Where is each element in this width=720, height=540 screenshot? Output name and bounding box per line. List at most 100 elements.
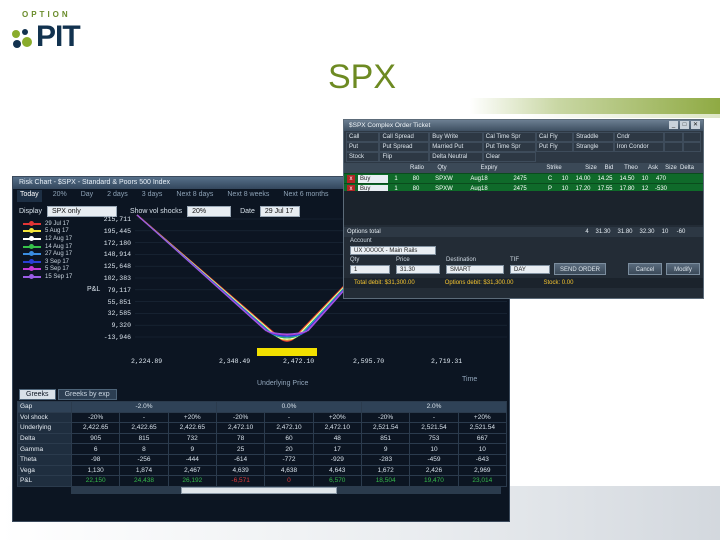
table-cell: -20% <box>70 411 121 424</box>
time-label: Time <box>462 376 478 383</box>
strategy-button[interactable]: Call Spread <box>379 132 430 142</box>
tif-select[interactable]: DAY <box>510 265 550 274</box>
qty-input[interactable]: 1 <box>350 265 390 274</box>
table-cell: 815 <box>119 432 169 445</box>
table-cell: 2,472.10 <box>215 422 266 434</box>
table-cell: 2,472.10 <box>264 422 314 434</box>
table-cell: 6 <box>70 443 121 455</box>
table-cell: 2,426 <box>409 464 459 477</box>
strategy-button[interactable]: Put Fly <box>535 142 574 152</box>
order-leg-row[interactable]: x Buy 1 80 SPXW Aug18 2475 C 10 14.00 14.25 14.50 10… <box>344 173 703 183</box>
price-input[interactable]: 31.30 <box>396 265 440 274</box>
leg-size: 10 <box>561 175 569 182</box>
strategy-button[interactable]: Iron Condor <box>613 142 665 152</box>
x-tick-label: 2,595.70 <box>353 358 384 365</box>
table-cell: 60 <box>264 432 314 445</box>
strategy-button[interactable]: Flip <box>379 152 430 162</box>
price-label: Price <box>396 257 410 263</box>
close-icon[interactable]: ✕ <box>691 121 700 129</box>
total-size2: 10 <box>661 229 669 235</box>
table-cell: 8 <box>119 443 169 455</box>
minimize-icon[interactable]: _ <box>669 121 678 129</box>
modify-button[interactable]: Modify <box>666 263 700 275</box>
table-cell: 9 <box>167 443 217 455</box>
leg-bid: 14.00 <box>575 175 591 182</box>
row-label: Vol shock <box>17 411 72 424</box>
scrollbar-thumb[interactable] <box>181 487 337 494</box>
row-label: Vega <box>17 464 72 477</box>
row-label: Gamma <box>17 443 72 455</box>
table-row: Gamma 6 8 9 25 20 17 9 10 10 <box>17 443 508 455</box>
options-debit: Options debit: $31,300.00 <box>444 280 514 286</box>
leg-header: Theo <box>624 165 638 171</box>
strategy-button[interactable]: Call <box>346 132 380 142</box>
table-cell: -643 <box>457 453 508 466</box>
table-cell: -772 <box>264 453 314 466</box>
strategy-button[interactable]: Buy Write <box>429 132 483 142</box>
strategy-button[interactable] <box>664 142 683 152</box>
slide-title: SPX <box>328 58 397 96</box>
table-cell: 1,130 <box>70 464 121 477</box>
cancel-button[interactable]: Cancel <box>628 263 662 275</box>
table-cell: 2,521.54 <box>409 422 459 434</box>
total-bid: 31.30 <box>595 229 611 235</box>
table-cell: 753 <box>409 432 459 445</box>
total-theo: 31.80 <box>617 229 633 235</box>
table-cell: -20% <box>215 411 266 424</box>
table-cell: 19,470 <box>409 475 459 487</box>
strategy-button[interactable]: Straddle <box>573 132 614 142</box>
table-row: Delta 905 815 732 78 60 48 851 753 667 <box>17 432 508 445</box>
table-row: Theta -98 -256 -444 -614 -772 -929 -283 -459 -643 <box>17 453 508 466</box>
row-label: Delta <box>17 432 72 445</box>
leg-strike: 2475 <box>513 175 527 182</box>
strategy-button[interactable]: Delta Neutral <box>429 152 483 162</box>
table-cell: 1,672 <box>360 464 411 477</box>
leg-header-row: Ratio Qty Expiry Strike Size Bid Theo Ask Size De… <box>344 163 703 173</box>
table-cell: 2,521.54 <box>360 422 411 434</box>
strategy-button[interactable]: Married Put <box>429 142 483 152</box>
strategy-button[interactable]: Put <box>346 142 380 152</box>
strategy-button[interactable]: Cndr <box>613 132 665 142</box>
strategy-button[interactable] <box>664 132 683 142</box>
remove-leg-icon[interactable]: x <box>347 174 355 183</box>
strategy-button[interactable]: Put Spread <box>379 142 430 152</box>
strategy-button[interactable]: Put Time Spr <box>482 142 536 152</box>
leg-action[interactable]: Buy <box>358 174 388 183</box>
maximize-icon[interactable]: □ <box>680 121 689 129</box>
table-cell: 9 <box>360 443 411 455</box>
table-cell: 18,504 <box>360 475 411 487</box>
table-cell: -20% <box>360 411 411 424</box>
destination-label: Destination <box>446 257 477 263</box>
strategy-button[interactable] <box>682 132 701 142</box>
table-cell: 25 <box>215 443 266 455</box>
table-cell: 1,874 <box>119 464 169 477</box>
leg-header: Bid <box>604 165 614 171</box>
row-label: P&L <box>17 475 72 487</box>
table-cell: 2,467 <box>167 464 217 477</box>
send-order-button[interactable]: SEND ORDER <box>554 263 606 275</box>
table-cell: -98 <box>70 453 121 466</box>
gap-value: 2.0% <box>360 401 508 413</box>
strategy-button[interactable] <box>682 142 701 152</box>
table-cell: 851 <box>360 432 411 445</box>
account-select[interactable]: UX XXXXX - Main Rails <box>350 246 436 255</box>
leg-header: Ask <box>647 165 658 171</box>
table-cell: - <box>264 411 314 424</box>
tab-1[interactable]: Greeks by exp <box>57 389 117 400</box>
table-cell: 26,192 <box>167 475 217 487</box>
gap-value: -2.0% <box>71 401 217 413</box>
leg-ratio: 1 <box>394 175 398 182</box>
strategy-button[interactable]: Strangle <box>573 142 614 152</box>
strategy-button[interactable]: Cal Time Spr <box>482 132 536 142</box>
table-cell: -459 <box>409 453 459 466</box>
tab-0[interactable]: Greeks <box>19 389 56 400</box>
leg-theo: 14.25 <box>597 175 613 182</box>
destination-select[interactable]: SMART <box>446 265 504 274</box>
table-cell: 23,014 <box>457 475 508 487</box>
strategy-button[interactable]: Cal Fly <box>535 132 574 142</box>
table-cell: 2,422.65 <box>70 422 121 434</box>
leg-header: Size <box>665 165 677 171</box>
leg-root: SPXW <box>435 175 453 182</box>
strategy-button[interactable]: Clear <box>482 152 536 162</box>
strategy-button[interactable]: Stock <box>346 152 380 162</box>
